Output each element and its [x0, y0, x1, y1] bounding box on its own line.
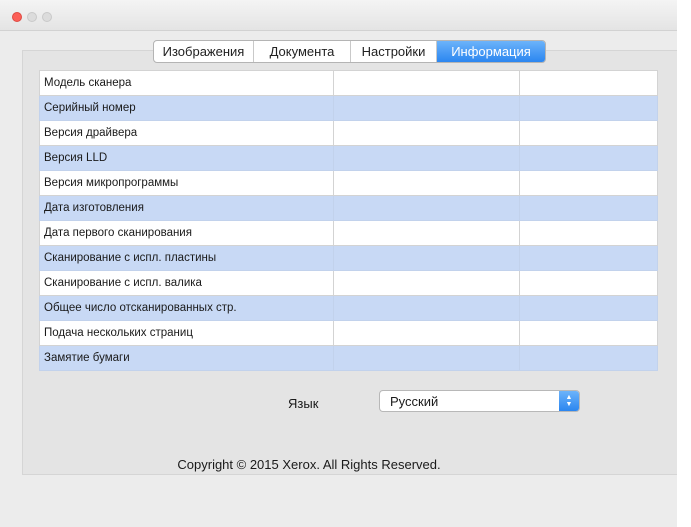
info-value-cell — [333, 95, 520, 121]
table-row: Общее число отсканированных стр. — [39, 295, 658, 321]
info-extra-cell — [519, 270, 658, 296]
copyright-text: Copyright © 2015 Xerox. All Rights Reser… — [177, 457, 441, 472]
info-label-cell: Версия микропрограммы — [39, 170, 334, 196]
info-label-cell: Подача нескольких страниц — [39, 320, 334, 346]
info-value-cell — [333, 270, 520, 296]
info-value-cell — [333, 320, 520, 346]
table-row: Версия LLD — [39, 145, 658, 171]
minimize-dot-icon[interactable] — [27, 12, 37, 22]
tab-images[interactable]: Изображения — [154, 41, 254, 62]
info-label-cell: Дата изготовления — [39, 195, 334, 221]
table-row: Серийный номер — [39, 95, 658, 121]
tab-information[interactable]: Информация — [437, 41, 545, 62]
zoom-dot-icon[interactable] — [42, 12, 52, 22]
info-value-cell — [333, 220, 520, 246]
info-label-cell: Серийный номер — [39, 95, 334, 121]
info-extra-cell — [519, 145, 658, 171]
up-down-chevron-icon[interactable]: ▲ ▼ — [559, 391, 579, 411]
info-extra-cell — [519, 195, 658, 221]
table-row: Версия микропрограммы — [39, 170, 658, 196]
tab-document[interactable]: Документа — [254, 41, 351, 62]
table-row: Подача нескольких страниц — [39, 320, 658, 346]
info-value-cell — [333, 195, 520, 221]
table-row: Версия драйвера — [39, 120, 658, 146]
info-label-cell: Дата первого сканирования — [39, 220, 334, 246]
table-row: Замятие бумаги — [39, 345, 658, 371]
info-label-cell: Общее число отсканированных стр. — [39, 295, 334, 321]
language-select[interactable]: Русский ▲ ▼ — [379, 390, 580, 412]
info-label-cell: Замятие бумаги — [39, 345, 334, 371]
info-extra-cell — [519, 320, 658, 346]
info-extra-cell — [519, 120, 658, 146]
language-selected-value: Русский — [390, 394, 439, 409]
info-extra-cell — [519, 170, 658, 196]
info-extra-cell — [519, 70, 658, 96]
table-row: Сканирование с испл. валика — [39, 270, 658, 296]
info-label-cell: Модель сканера — [39, 70, 334, 96]
info-value-cell — [333, 345, 520, 371]
tab-bar: Изображения Документа Настройки Информац… — [153, 40, 546, 63]
scanner-info-table: Модель сканера Серийный номер Версия драйв… — [39, 70, 658, 371]
info-value-cell — [333, 120, 520, 146]
info-value-cell — [333, 170, 520, 196]
table-row: Дата первого сканирования — [39, 220, 658, 246]
tab-settings[interactable]: Настройки — [351, 41, 437, 62]
info-label-cell: Версия LLD — [39, 145, 334, 171]
info-extra-cell — [519, 345, 658, 371]
info-value-cell — [333, 245, 520, 271]
info-value-cell — [333, 145, 520, 171]
table-row: Дата изготовления — [39, 195, 658, 221]
app-window: Изображения Документа Настройки Информац… — [0, 0, 677, 527]
table-row: Модель сканера — [39, 70, 658, 96]
info-label-cell: Сканирование с испл. валика — [39, 270, 334, 296]
table-row: Сканирование с испл. пластины — [39, 245, 658, 271]
info-label-cell: Сканирование с испл. пластины — [39, 245, 334, 271]
title-bar[interactable] — [0, 0, 677, 31]
info-extra-cell — [519, 245, 658, 271]
info-extra-cell — [519, 295, 658, 321]
info-value-cell — [333, 295, 520, 321]
info-value-cell — [333, 70, 520, 96]
info-extra-cell — [519, 95, 658, 121]
info-extra-cell — [519, 220, 658, 246]
close-dot-icon[interactable] — [12, 12, 22, 22]
language-label: Язык — [288, 396, 319, 411]
info-label-cell: Версия драйвера — [39, 120, 334, 146]
